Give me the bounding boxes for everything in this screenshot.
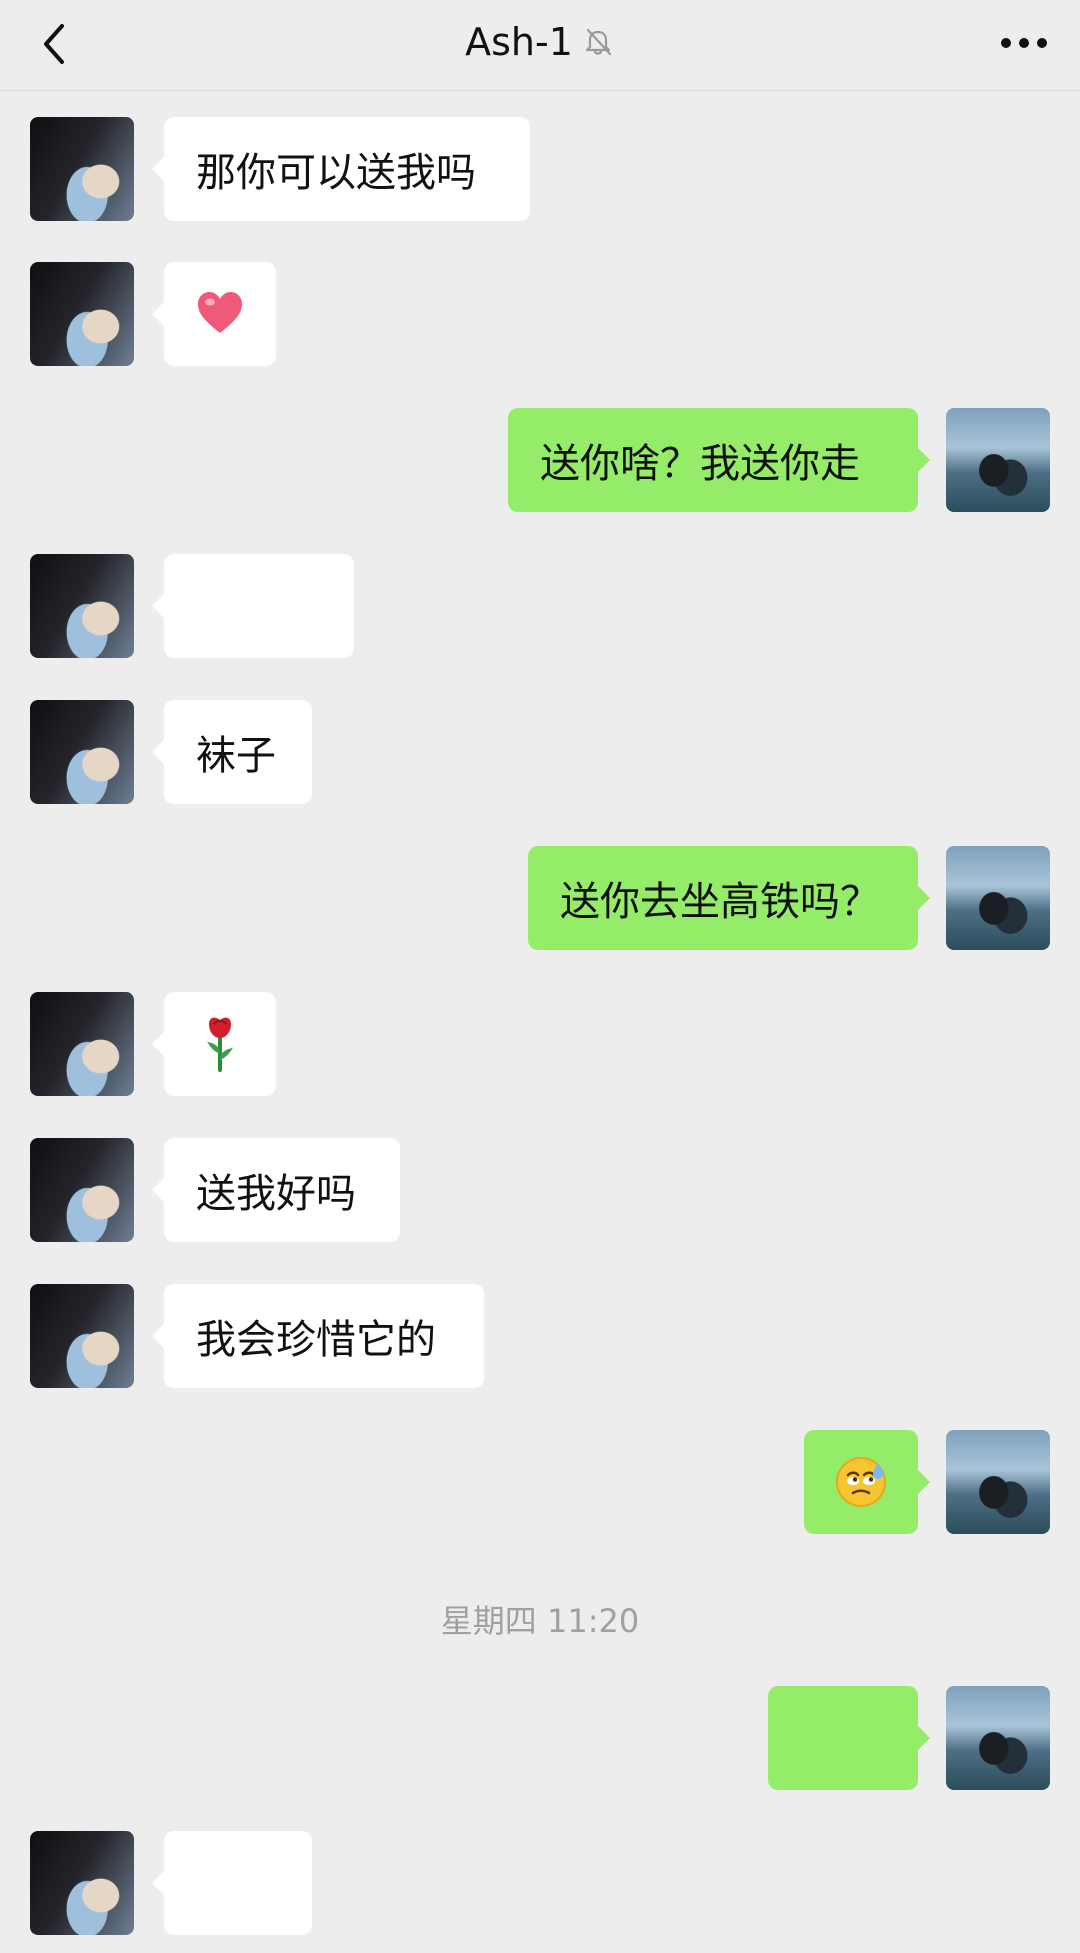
message-bubble[interactable]: 袜子: [152, 700, 312, 804]
message-text: 那你可以送我吗: [196, 150, 476, 196]
message-row: [0, 1686, 1080, 1790]
message-row: [0, 1831, 1080, 1935]
message-bubble[interactable]: 送你啥？我送你走: [508, 408, 930, 512]
my-avatar[interactable]: [946, 1686, 1050, 1790]
contact-avatar[interactable]: [30, 262, 134, 366]
message-bubble[interactable]: [152, 262, 276, 366]
my-avatar[interactable]: [946, 408, 1050, 512]
message-bubble[interactable]: [804, 1430, 930, 1534]
contact-avatar[interactable]: [30, 1284, 134, 1388]
message-row: 送你去坐高铁吗？: [0, 846, 1080, 950]
my-avatar[interactable]: [946, 846, 1050, 950]
contact-avatar[interactable]: [30, 700, 134, 804]
message-bubble[interactable]: 送我好吗: [152, 1138, 400, 1242]
contact-avatar[interactable]: [30, 117, 134, 221]
message-row: 那你可以送我吗: [0, 117, 1080, 221]
more-options-button[interactable]: [996, 18, 1052, 68]
message-text: 袜子: [196, 733, 276, 779]
timestamp: 星期四 11:20: [440, 1602, 640, 1640]
message-row: [0, 992, 1080, 1096]
message-bubble[interactable]: 那你可以送我吗: [152, 117, 530, 221]
message-bubble[interactable]: [152, 992, 276, 1096]
message-text: 我会珍惜它的: [196, 1317, 436, 1363]
chat-title: Ash-1: [465, 20, 573, 64]
message-row: [0, 262, 1080, 366]
top-bar: Ash-1: [0, 0, 1080, 91]
message-text: 送你去坐高铁吗？: [560, 879, 880, 925]
message-bubble[interactable]: [768, 1686, 930, 1790]
contact-avatar[interactable]: [30, 992, 134, 1096]
message-row: 袜子: [0, 700, 1080, 804]
message-row: 送我好吗: [0, 1138, 1080, 1242]
message-bubble[interactable]: 我会珍惜它的: [152, 1284, 484, 1388]
my-avatar[interactable]: [946, 1430, 1050, 1534]
message-bubble[interactable]: [152, 1831, 312, 1935]
message-bubble[interactable]: 送你去坐高铁吗？: [528, 846, 930, 950]
message-row: 送你啥？我送你走: [0, 408, 1080, 512]
contact-avatar[interactable]: [30, 1831, 134, 1935]
message-row: [0, 1430, 1080, 1534]
message-row: [0, 554, 1080, 658]
message-bubble[interactable]: [152, 554, 354, 658]
heart-icon: [198, 292, 242, 333]
chat-title-area: Ash-1: [0, 12, 1080, 72]
message-text: 送我好吗: [196, 1171, 356, 1217]
message-text: 送你啥？我送你走: [540, 441, 860, 487]
ellipsis-icon: [1001, 38, 1047, 48]
contact-avatar[interactable]: [30, 554, 134, 658]
contact-avatar[interactable]: [30, 1138, 134, 1242]
message-row: 我会珍惜它的: [0, 1284, 1080, 1388]
rose-icon: [207, 1017, 233, 1072]
bell-off-icon: [585, 28, 611, 56]
face-with-rolling-eyes-sweat-icon: [836, 1457, 886, 1507]
